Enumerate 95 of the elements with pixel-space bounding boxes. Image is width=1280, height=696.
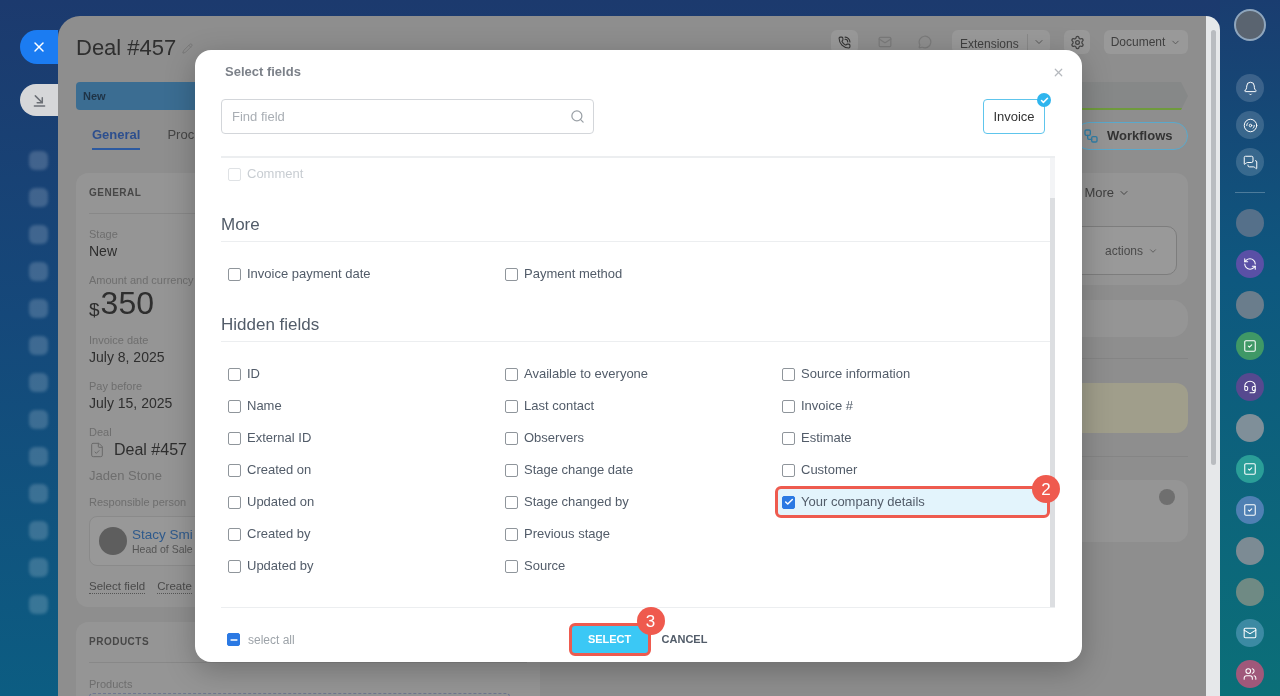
- field-option[interactable]: Updated by: [221, 550, 316, 582]
- avatar[interactable]: [1236, 537, 1264, 565]
- field-option[interactable]: Previous stage: [498, 518, 612, 550]
- phone-icon: [838, 35, 851, 49]
- task-icon[interactable]: [1236, 455, 1264, 483]
- field-option[interactable]: ID: [221, 358, 262, 390]
- field-option[interactable]: Payment method: [498, 258, 625, 290]
- checkbox[interactable]: [228, 495, 241, 509]
- group-icon[interactable]: [1236, 660, 1264, 688]
- field-option[interactable]: Created by: [221, 518, 313, 550]
- task-icon[interactable]: [1236, 332, 1264, 360]
- section-heading: Hidden fields: [221, 315, 320, 335]
- field-option[interactable]: Stage change date: [498, 454, 636, 486]
- deal-title: Deal #457: [76, 36, 177, 60]
- checkbox[interactable]: [782, 367, 795, 381]
- minimize-button[interactable]: [20, 84, 58, 116]
- arrow-down-right-icon: [32, 93, 46, 107]
- field-option[interactable]: Created on: [221, 454, 314, 486]
- field-value: July 8, 2025: [89, 348, 165, 367]
- field-option[interactable]: External ID: [221, 422, 314, 454]
- blurred-app-icon[interactable]: [29, 151, 48, 170]
- mail-icon[interactable]: [1236, 619, 1264, 647]
- avatar: [1159, 489, 1175, 505]
- step-badge: 2: [1032, 475, 1060, 503]
- deal-link[interactable]: Deal #457: [114, 440, 187, 460]
- close-icon: [31, 39, 47, 55]
- scrollbar-thumb[interactable]: [1210, 30, 1216, 465]
- blurred-app-icon[interactable]: [29, 188, 48, 207]
- section-heading: More: [221, 215, 260, 235]
- chat-icon: [917, 35, 932, 49]
- close-button[interactable]: [20, 30, 58, 64]
- person-position: Head of Sale: [132, 542, 193, 556]
- checkbox[interactable]: [782, 495, 795, 509]
- blurred-app-icon[interactable]: [29, 262, 48, 281]
- field-option[interactable]: Stage changed by: [498, 486, 631, 518]
- field-option[interactable]: Customer: [775, 454, 860, 486]
- field-option[interactable]: Invoice payment date: [221, 258, 373, 290]
- checkbox[interactable]: [505, 495, 518, 509]
- blurred-app-icon[interactable]: [29, 410, 48, 429]
- checkbox[interactable]: [228, 399, 241, 413]
- field-option[interactable]: Last contact: [498, 390, 597, 422]
- field-option[interactable]: Estimate: [775, 422, 854, 454]
- document-button[interactable]: Document: [1104, 30, 1188, 54]
- checkbox[interactable]: [505, 267, 518, 281]
- dialog-title: Select fields: [224, 63, 301, 82]
- blurred-app-icon[interactable]: [29, 299, 48, 318]
- checkbox[interactable]: [782, 431, 795, 445]
- blurred-app-icon[interactable]: [29, 336, 48, 355]
- field-option[interactable]: Source: [498, 550, 568, 582]
- search-field[interactable]: Find field: [221, 99, 594, 134]
- headset-icon[interactable]: [1236, 373, 1264, 401]
- checkbox[interactable]: [505, 399, 518, 413]
- field-value: New: [89, 242, 117, 261]
- avatar[interactable]: [1236, 291, 1264, 319]
- checkbox[interactable]: [228, 463, 241, 477]
- avatar[interactable]: [1234, 9, 1266, 41]
- field-option[interactable]: Invoice #: [775, 390, 856, 422]
- search-icon: [570, 109, 585, 124]
- avatar: [99, 527, 127, 555]
- checkbox[interactable]: [782, 463, 795, 477]
- check-icon: [783, 497, 794, 507]
- checkbox[interactable]: [782, 399, 795, 413]
- settings-button[interactable]: [1064, 30, 1090, 54]
- checkbox[interactable]: [228, 527, 241, 541]
- field-option[interactable]: Name: [221, 390, 284, 422]
- check-icon: [1037, 93, 1051, 107]
- blurred-app-icon[interactable]: [29, 373, 48, 392]
- task-icon[interactable]: [1236, 496, 1264, 524]
- step-badge: 3: [636, 607, 665, 635]
- field-option[interactable]: Updated on: [221, 486, 317, 518]
- workflow-icon: [1083, 128, 1099, 144]
- card-heading: PRODUCTS: [89, 636, 150, 648]
- blurred-app-icon[interactable]: [29, 225, 48, 244]
- checkbox[interactable]: [505, 367, 518, 381]
- settings-icon: [1069, 34, 1085, 50]
- checkbox[interactable]: [505, 559, 518, 573]
- mail-icon: [877, 35, 892, 49]
- checkbox[interactable]: [505, 527, 518, 541]
- field-value: July 15, 2025: [89, 394, 173, 413]
- card-heading: GENERAL: [89, 187, 142, 199]
- checkbox[interactable]: [505, 463, 518, 477]
- field-option[interactable]: Source information: [775, 358, 913, 390]
- bell-icon[interactable]: [1236, 74, 1264, 102]
- document-icon: [89, 442, 105, 458]
- checkbox[interactable]: [227, 633, 240, 646]
- avatar[interactable]: [1236, 414, 1264, 442]
- amount-value: $350: [89, 287, 154, 321]
- checkbox[interactable]: [228, 267, 241, 281]
- checkbox[interactable]: [505, 431, 518, 445]
- checkbox[interactable]: [228, 431, 241, 445]
- field-option[interactable]: Available to everyone: [498, 358, 651, 390]
- checkbox[interactable]: [228, 367, 241, 381]
- field-option[interactable]: Observers: [498, 422, 586, 454]
- chat-icon[interactable]: [1236, 148, 1264, 176]
- checkbox[interactable]: [228, 559, 241, 573]
